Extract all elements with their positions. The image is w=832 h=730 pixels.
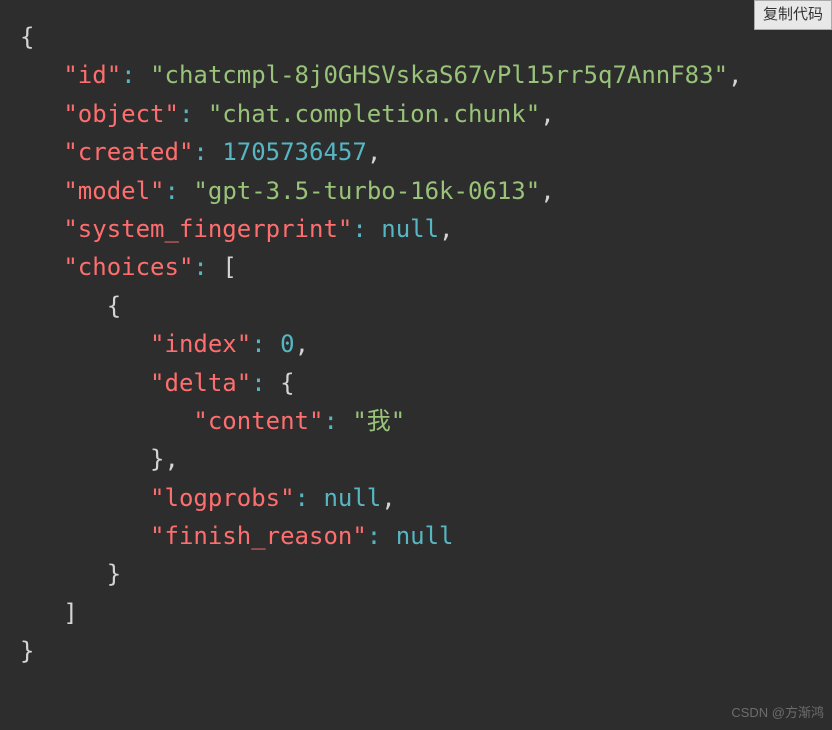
json-key: "content" bbox=[193, 407, 323, 435]
json-number: 0 bbox=[280, 330, 294, 358]
json-key: "created" bbox=[63, 138, 193, 166]
json-key: "model" bbox=[63, 177, 164, 205]
json-string: "chat.completion.chunk" bbox=[208, 100, 540, 128]
json-key: "object" bbox=[63, 100, 179, 128]
json-key: "index" bbox=[150, 330, 251, 358]
json-key: "delta" bbox=[150, 369, 251, 397]
json-string: "我" bbox=[352, 407, 405, 435]
json-number: 1705736457 bbox=[222, 138, 367, 166]
json-key: "finish_reason" bbox=[150, 522, 367, 550]
json-null: null bbox=[396, 522, 454, 550]
watermark: CSDN @方渐鸿 bbox=[731, 703, 824, 724]
json-null: null bbox=[323, 484, 381, 512]
json-key: "logprobs" bbox=[150, 484, 295, 512]
json-null: null bbox=[381, 215, 439, 243]
json-key: "id" bbox=[63, 61, 121, 89]
json-key: "choices" bbox=[63, 253, 193, 281]
json-key: "system_fingerprint" bbox=[63, 215, 352, 243]
json-string: "gpt-3.5-turbo-16k-0613" bbox=[193, 177, 540, 205]
code-block: { "id": "chatcmpl-8j0GHSVskaS67vPl15rr5q… bbox=[0, 0, 832, 691]
json-string: "chatcmpl-8j0GHSVskaS67vPl15rr5q7AnnF83" bbox=[150, 61, 728, 89]
copy-code-button[interactable]: 复制代码 bbox=[754, 0, 832, 30]
json-code: { "id": "chatcmpl-8j0GHSVskaS67vPl15rr5q… bbox=[20, 18, 812, 671]
